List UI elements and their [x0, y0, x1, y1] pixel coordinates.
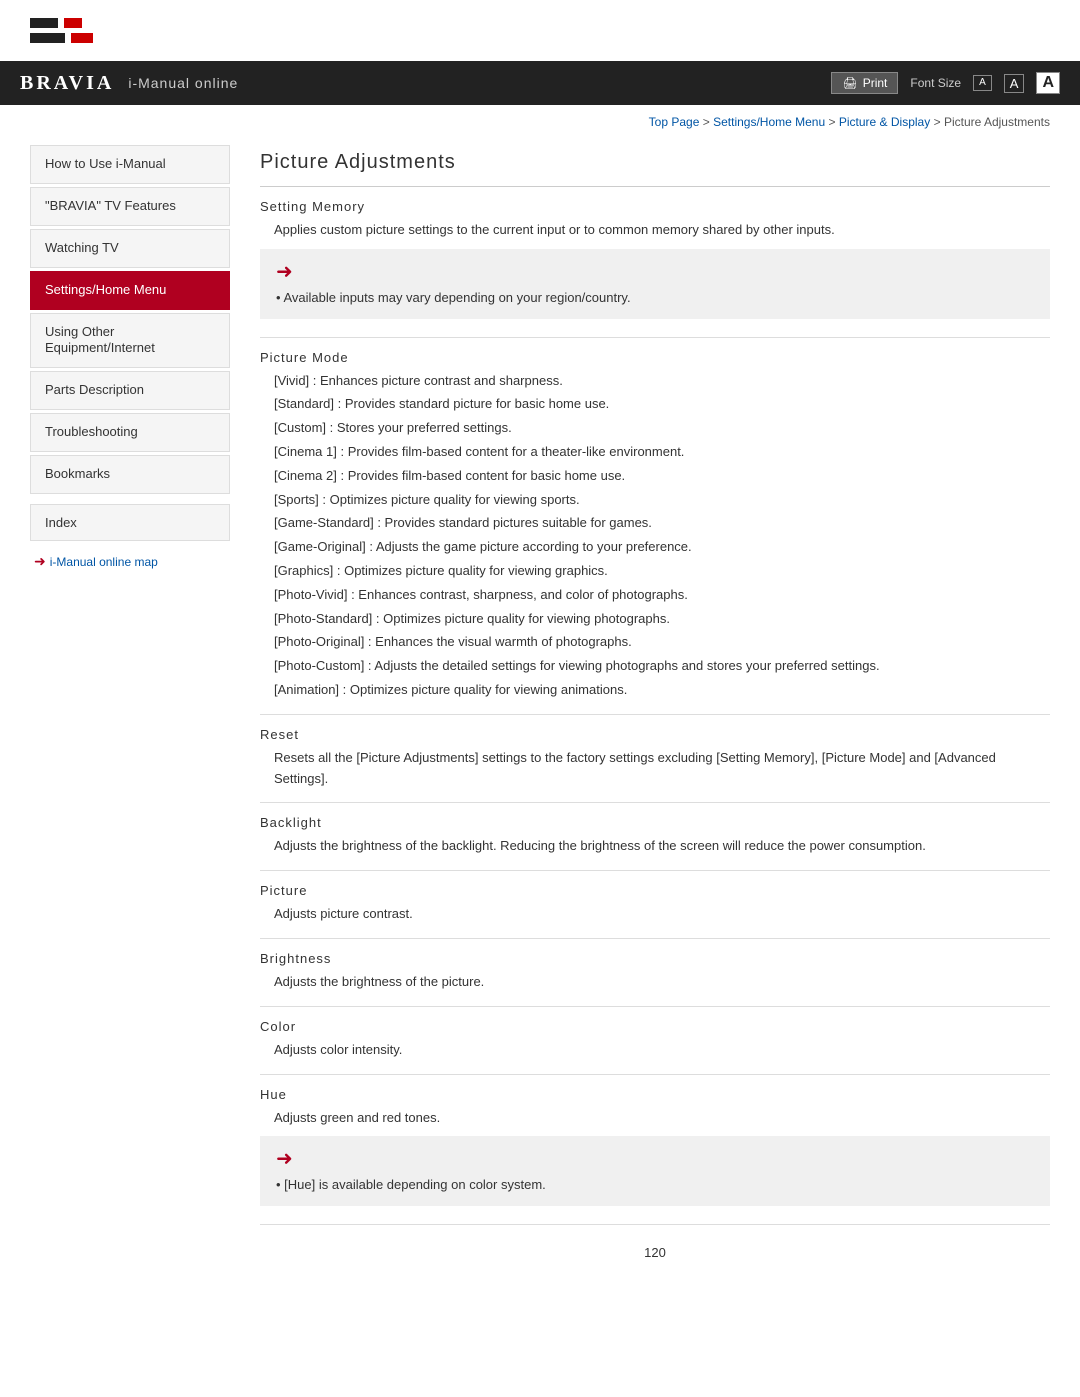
logo-block-1 — [30, 18, 58, 28]
section-picture: Picture Adjusts picture contrast. — [260, 871, 1050, 939]
brightness-text: Adjusts the brightness of the picture. — [274, 972, 1050, 993]
picture-mode-standard: [Standard] : Provides standard picture f… — [274, 394, 1050, 415]
picture-mode-game-standard: [Game-Standard] : Provides standard pict… — [274, 513, 1050, 534]
hue-body: Adjusts green and red tones. — [260, 1108, 1050, 1129]
section-setting-memory: Setting Memory Applies custom picture se… — [260, 187, 1050, 338]
brightness-body: Adjusts the brightness of the picture. — [260, 972, 1050, 993]
content-wrapper: Picture Adjustments Setting Memory Appli… — [230, 135, 1080, 1300]
picture-mode-photo-vivid: [Photo-Vivid] : Enhances contrast, sharp… — [274, 585, 1050, 606]
reset-text: Resets all the [Picture Adjustments] set… — [274, 748, 1050, 790]
logo-block-4 — [71, 33, 93, 43]
bravia-title: BRAVIA — [20, 72, 114, 95]
breadcrumb-picture-display[interactable]: Picture & Display — [839, 115, 930, 129]
picture-mode-photo-custom: [Photo-Custom] : Adjusts the detailed se… — [274, 656, 1050, 677]
breadcrumb-current: Picture Adjustments — [944, 115, 1050, 129]
sidebar-item-bravia-features[interactable]: "BRAVIA" TV Features — [30, 187, 230, 226]
breadcrumb-sep1: > — [703, 115, 710, 129]
hue-note: [Hue] is available depending on color sy… — [276, 1175, 1034, 1196]
right-column: Picture Adjustments Setting Memory Appli… — [230, 135, 1080, 1300]
section-brightness: Brightness Adjusts the brightness of the… — [260, 939, 1050, 1007]
font-large-button[interactable]: A — [1036, 72, 1060, 94]
color-body: Adjusts color intensity. — [260, 1040, 1050, 1061]
font-medium-button[interactable]: A — [1004, 74, 1025, 93]
hue-text: Adjusts green and red tones. — [274, 1108, 1050, 1129]
picture-mode-custom: [Custom] : Stores your preferred setting… — [274, 418, 1050, 439]
sidebar-index[interactable]: Index — [30, 504, 230, 541]
setting-memory-text: Applies custom picture settings to the c… — [274, 220, 1050, 241]
breadcrumb-settings-menu[interactable]: Settings/Home Menu — [713, 115, 825, 129]
note-arrow-icon-2: ➜ — [276, 1146, 293, 1171]
breadcrumb-sep3: > — [934, 115, 941, 129]
picture-mode-animation: [Animation] : Optimizes picture quality … — [274, 680, 1050, 701]
header-left: BRAVIA i-Manual online — [20, 72, 238, 95]
font-small-button[interactable]: A — [973, 75, 992, 91]
sidebar-item-parts-description[interactable]: Parts Description — [30, 371, 230, 410]
sidebar-item-watching-tv[interactable]: Watching TV — [30, 229, 230, 268]
section-color: Color Adjusts color intensity. — [260, 1007, 1050, 1075]
breadcrumb-sep2: > — [829, 115, 836, 129]
sidebar: How to Use i-Manual "BRAVIA" TV Features… — [0, 135, 230, 1300]
sidebar-map-label: i-Manual online map — [50, 555, 158, 569]
print-icon: 🖨 — [842, 76, 857, 90]
picture-text: Adjusts picture contrast. — [274, 904, 1050, 925]
sidebar-arrow-icon: ➜ — [34, 553, 46, 570]
brightness-title: Brightness — [260, 951, 1050, 966]
picture-mode-title: Picture Mode — [260, 350, 1050, 365]
section-hue: Hue Adjusts green and red tones. ➜ [Hue]… — [260, 1075, 1050, 1226]
picture-mode-game-original: [Game-Original] : Adjusts the game pictu… — [274, 537, 1050, 558]
backlight-title: Backlight — [260, 815, 1050, 830]
section-picture-mode: Picture Mode [Vivid] : Enhances picture … — [260, 338, 1050, 715]
header-subtitle: i-Manual online — [128, 75, 238, 91]
color-title: Color — [260, 1019, 1050, 1034]
section-backlight: Backlight Adjusts the brightness of the … — [260, 803, 1050, 871]
font-size-label: Font Size — [910, 76, 961, 90]
main-layout: How to Use i-Manual "BRAVIA" TV Features… — [0, 135, 1080, 1300]
breadcrumb-top-page[interactable]: Top Page — [649, 115, 700, 129]
sidebar-item-how-to-use[interactable]: How to Use i-Manual — [30, 145, 230, 184]
setting-memory-note: Available inputs may vary depending on y… — [276, 288, 1034, 309]
header-bar: BRAVIA i-Manual online 🖨 Print Font Size… — [0, 61, 1080, 105]
logo-area — [0, 0, 1080, 61]
backlight-text: Adjusts the brightness of the backlight.… — [274, 836, 1050, 857]
sidebar-item-settings-home-menu[interactable]: Settings/Home Menu — [30, 271, 230, 310]
sidebar-item-bookmarks[interactable]: Bookmarks — [30, 455, 230, 494]
bravia-logo-icon — [30, 18, 120, 43]
setting-memory-title: Setting Memory — [260, 199, 1050, 214]
sidebar-map-link[interactable]: ➜ i-Manual online map — [30, 549, 230, 574]
picture-title: Picture — [260, 883, 1050, 898]
page-number: 120 — [260, 1225, 1050, 1270]
picture-body: Adjusts picture contrast. — [260, 904, 1050, 925]
logo-block-3 — [30, 33, 65, 43]
picture-mode-photo-original: [Photo-Original] : Enhances the visual w… — [274, 632, 1050, 653]
hue-title: Hue — [260, 1087, 1050, 1102]
color-text: Adjusts color intensity. — [274, 1040, 1050, 1061]
sidebar-item-troubleshooting[interactable]: Troubleshooting — [30, 413, 230, 452]
section-reset: Reset Resets all the [Picture Adjustment… — [260, 715, 1050, 804]
setting-memory-note-box: ➜ Available inputs may vary depending on… — [260, 249, 1050, 319]
picture-mode-cinema1: [Cinema 1] : Provides film-based content… — [274, 442, 1050, 463]
page-title: Picture Adjustments — [260, 135, 1050, 187]
backlight-body: Adjusts the brightness of the backlight.… — [260, 836, 1050, 857]
picture-mode-sports: [Sports] : Optimizes picture quality for… — [274, 490, 1050, 511]
header-right: 🖨 Print Font Size A A A — [831, 72, 1060, 94]
setting-memory-body: Applies custom picture settings to the c… — [260, 220, 1050, 241]
reset-title: Reset — [260, 727, 1050, 742]
picture-mode-vivid: [Vivid] : Enhances picture contrast and … — [274, 371, 1050, 392]
logo-block-2 — [64, 18, 82, 28]
picture-mode-body: [Vivid] : Enhances picture contrast and … — [260, 371, 1050, 701]
reset-body: Resets all the [Picture Adjustments] set… — [260, 748, 1050, 790]
sidebar-item-other-equipment[interactable]: Using Other Equipment/Internet — [30, 313, 230, 369]
picture-mode-cinema2: [Cinema 2] : Provides film-based content… — [274, 466, 1050, 487]
print-label: Print — [863, 76, 888, 90]
print-button[interactable]: 🖨 Print — [831, 72, 898, 94]
picture-mode-photo-standard: [Photo-Standard] : Optimizes picture qua… — [274, 609, 1050, 630]
breadcrumb: Top Page > Settings/Home Menu > Picture … — [0, 105, 1080, 135]
hue-note-box: ➜ [Hue] is available depending on color … — [260, 1136, 1050, 1206]
picture-mode-graphics: [Graphics] : Optimizes picture quality f… — [274, 561, 1050, 582]
note-arrow-icon-1: ➜ — [276, 259, 293, 284]
